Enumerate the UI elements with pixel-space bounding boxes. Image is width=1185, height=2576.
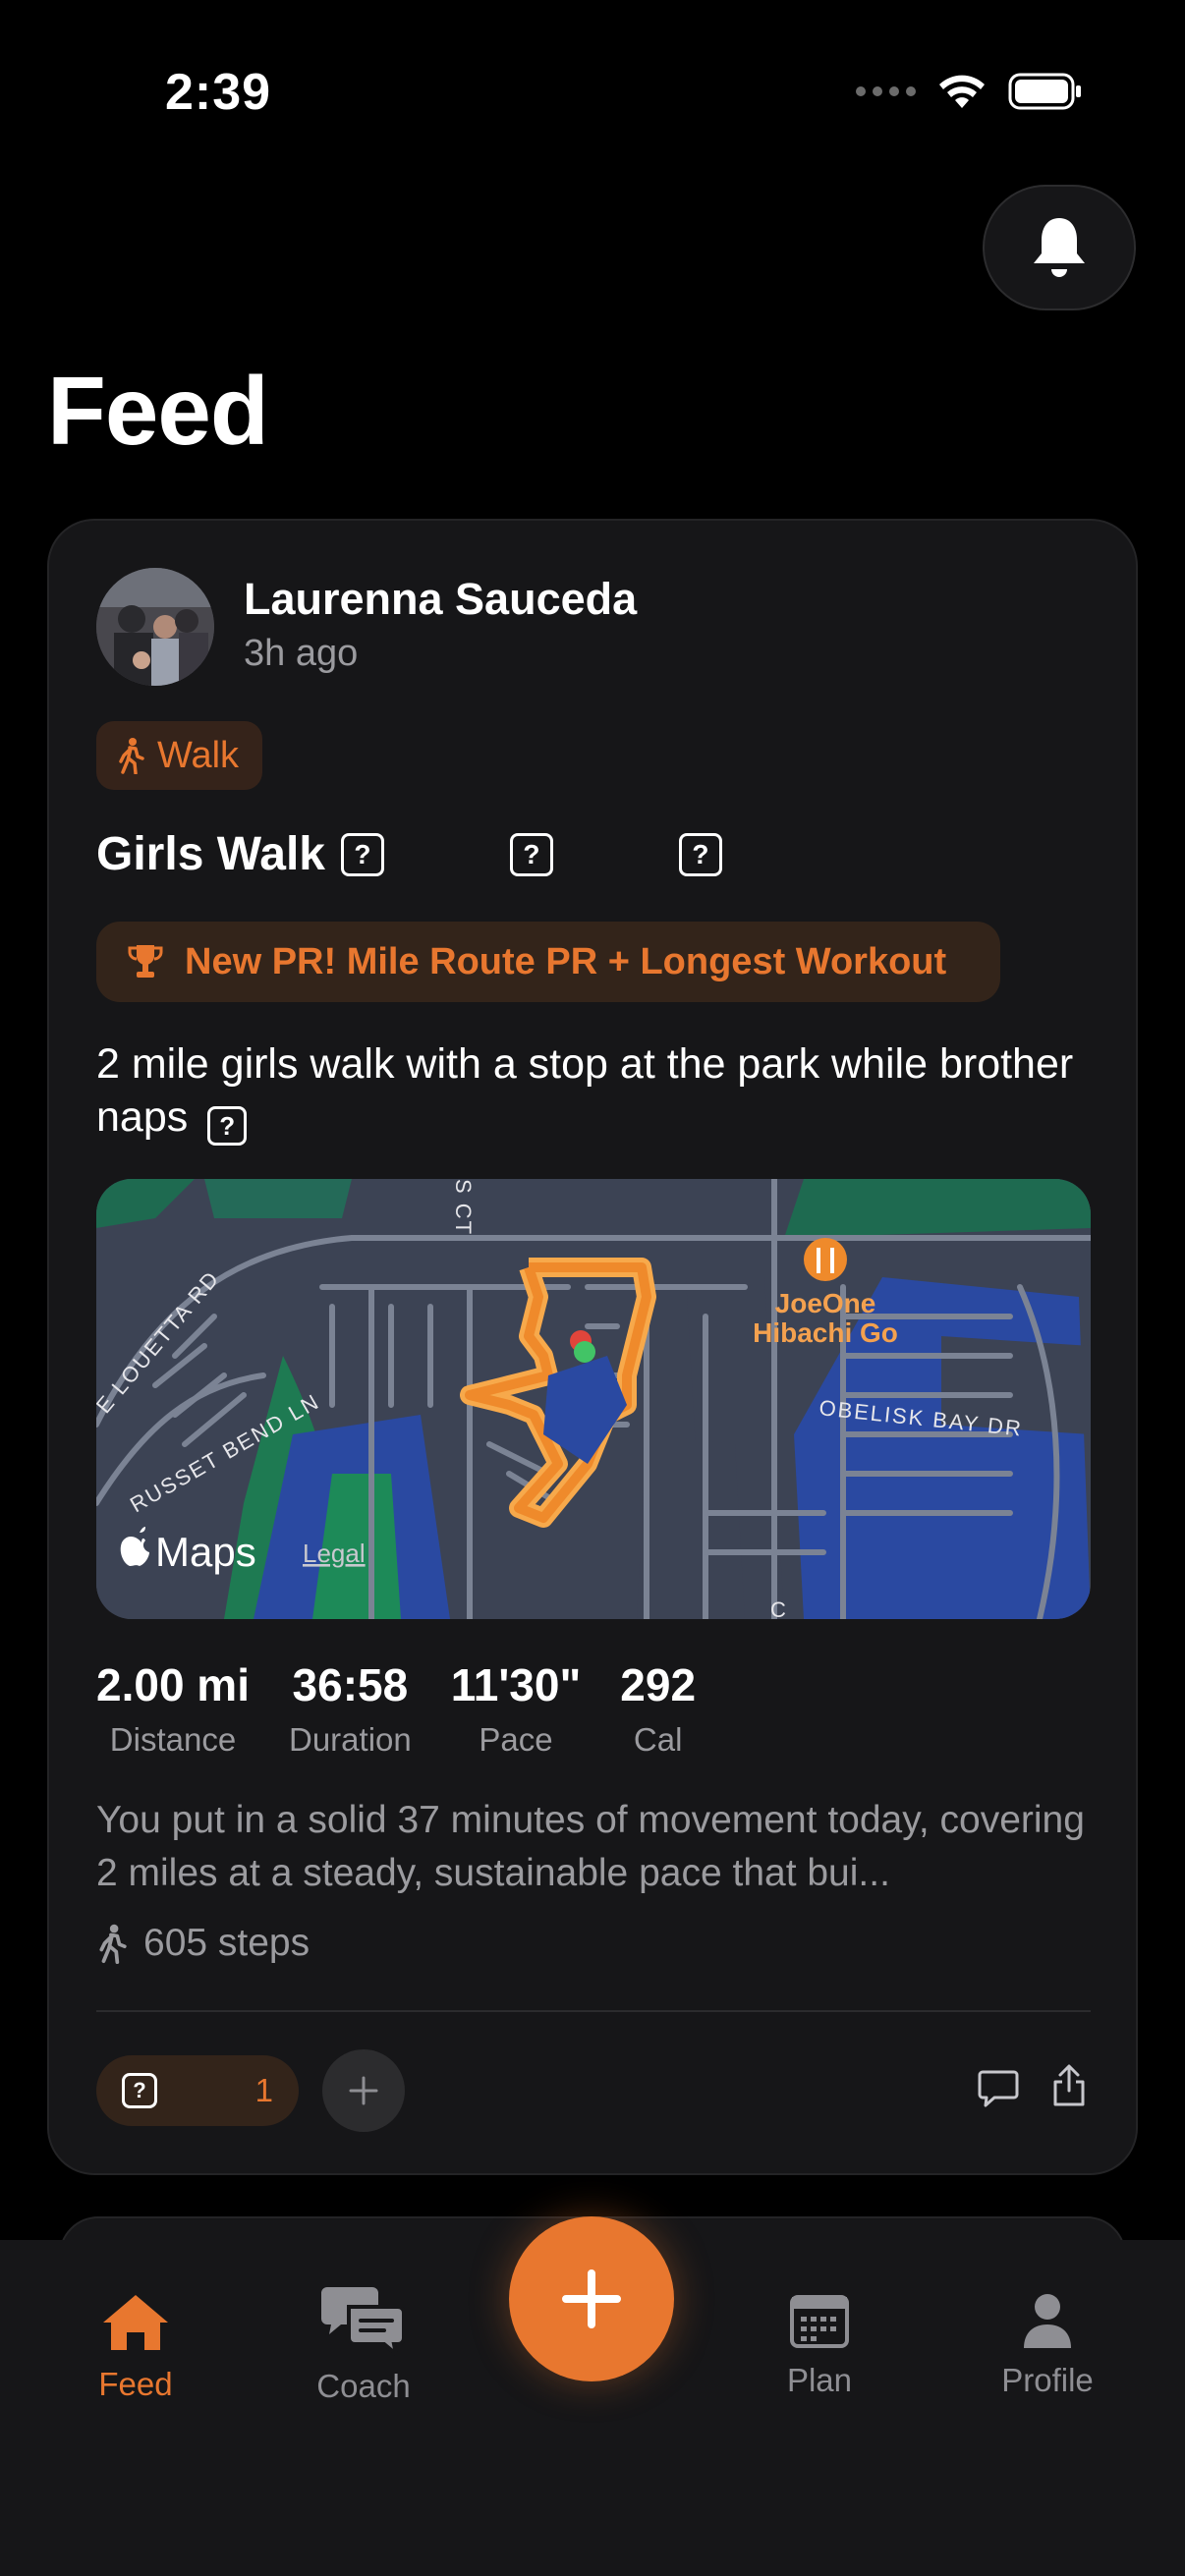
chat-bubbles-icon bbox=[321, 2287, 406, 2356]
reaction-button[interactable]: ? 1 bbox=[96, 2055, 299, 2126]
tab-label: Feed bbox=[98, 2366, 173, 2402]
pr-text: New PR! Mile Route PR + Longest Workout bbox=[185, 940, 947, 982]
trophy-icon bbox=[128, 945, 163, 978]
stat-value: 292 bbox=[620, 1659, 697, 1710]
stat-label: Pace bbox=[479, 1721, 553, 1758]
share-icon bbox=[1053, 2064, 1085, 2106]
status-time: 2:39 bbox=[165, 64, 272, 121]
stat-value: 11'30" bbox=[450, 1659, 582, 1710]
tab-label: Profile bbox=[1001, 2362, 1094, 2398]
person-icon bbox=[1024, 2294, 1071, 2348]
stat-label: Cal bbox=[633, 1721, 683, 1758]
stat-duration: 36:58 Duration bbox=[289, 1658, 412, 1759]
avatar[interactable] bbox=[96, 568, 214, 686]
tab-coach[interactable]: Coach bbox=[265, 2283, 462, 2405]
stat-calories: 292 Cal bbox=[620, 1658, 696, 1759]
activity-type-badge: Walk bbox=[96, 721, 263, 790]
status-bar: 2:39 bbox=[0, 0, 1185, 187]
tab-plan[interactable]: Plan bbox=[721, 2291, 918, 2399]
plus-icon bbox=[562, 2269, 621, 2328]
post-timestamp: 3h ago bbox=[244, 633, 359, 674]
stat-value: 2.00 mi bbox=[96, 1659, 250, 1710]
reaction-count: 1 bbox=[254, 2072, 273, 2108]
missing-emoji-icon: ? bbox=[207, 1106, 248, 1146]
comment-bubble-icon bbox=[978, 2070, 1019, 2107]
new-workout-button[interactable] bbox=[509, 2216, 674, 2381]
step-count-text: 605 steps bbox=[143, 1922, 310, 1964]
step-count: 605 steps bbox=[96, 1922, 310, 1965]
calendar-icon bbox=[790, 2295, 849, 2348]
street-label: S CT bbox=[451, 1179, 476, 1236]
maps-attribution: Maps bbox=[155, 1529, 256, 1575]
status-icons bbox=[856, 73, 1083, 110]
missing-emoji-icon: ? bbox=[678, 832, 722, 876]
map-poi-name: Hibachi Go bbox=[753, 1317, 898, 1348]
share-button[interactable] bbox=[1049, 2063, 1089, 2113]
wifi-icon bbox=[939, 75, 985, 108]
stat-label: Distance bbox=[109, 1721, 237, 1758]
notifications-button[interactable] bbox=[983, 185, 1136, 310]
activity-type-label: Walk bbox=[157, 734, 240, 776]
tab-feed[interactable]: Feed bbox=[37, 2291, 234, 2403]
tab-label: Plan bbox=[786, 2362, 853, 2398]
missing-emoji-icon: ? bbox=[122, 2073, 157, 2108]
workout-summary[interactable]: You put in a solid 37 minutes of movemen… bbox=[96, 1794, 1099, 1900]
workout-stats: 2.00 mi Distance 36:58 Duration 11'30" P… bbox=[96, 1658, 735, 1759]
map-legal-link[interactable]: Legal bbox=[303, 1539, 366, 1568]
author-name[interactable]: Laurenna Sauceda bbox=[244, 574, 637, 625]
page-title: Feed bbox=[47, 357, 269, 465]
post-title: Girls Walk bbox=[96, 828, 325, 880]
pr-banner: New PR! Mile Route PR + Longest Workout bbox=[96, 922, 1000, 1002]
stat-label: Duration bbox=[289, 1721, 412, 1758]
post-description: 2 mile girls walk with a stop at the par… bbox=[96, 1037, 1089, 1146]
map-poi-name: JoeOne bbox=[775, 1288, 876, 1318]
add-reaction-button[interactable] bbox=[322, 2049, 405, 2132]
street-label: C bbox=[770, 1597, 786, 1619]
battery-icon bbox=[1008, 73, 1081, 110]
plus-icon bbox=[349, 2076, 378, 2105]
feed-post-card[interactable]: Laurenna Sauceda 3h ago Walk Girls Walk … bbox=[47, 519, 1138, 2175]
bell-icon bbox=[1034, 218, 1085, 277]
stat-value: 36:58 bbox=[292, 1659, 409, 1710]
post-title-row: Girls Walk ? ? ? bbox=[96, 827, 722, 881]
divider bbox=[96, 2010, 1091, 2012]
missing-emoji-icon: ? bbox=[340, 832, 384, 876]
missing-emoji-icon: ? bbox=[509, 832, 553, 876]
walking-person-icon bbox=[119, 738, 144, 774]
stat-pace: 11'30" Pace bbox=[451, 1658, 582, 1759]
stat-distance: 2.00 mi Distance bbox=[96, 1658, 250, 1759]
route-map[interactable]: JoeOne Hibachi Go E LOUETTA RD RUSSET BE… bbox=[96, 1179, 1091, 1619]
tab-label: Coach bbox=[316, 2368, 411, 2404]
home-icon bbox=[103, 2295, 168, 2350]
comment-button[interactable] bbox=[977, 2069, 1020, 2113]
walking-person-icon bbox=[99, 1924, 127, 1964]
cellular-signal-icon bbox=[856, 86, 916, 96]
tab-profile[interactable]: Profile bbox=[949, 2291, 1146, 2399]
